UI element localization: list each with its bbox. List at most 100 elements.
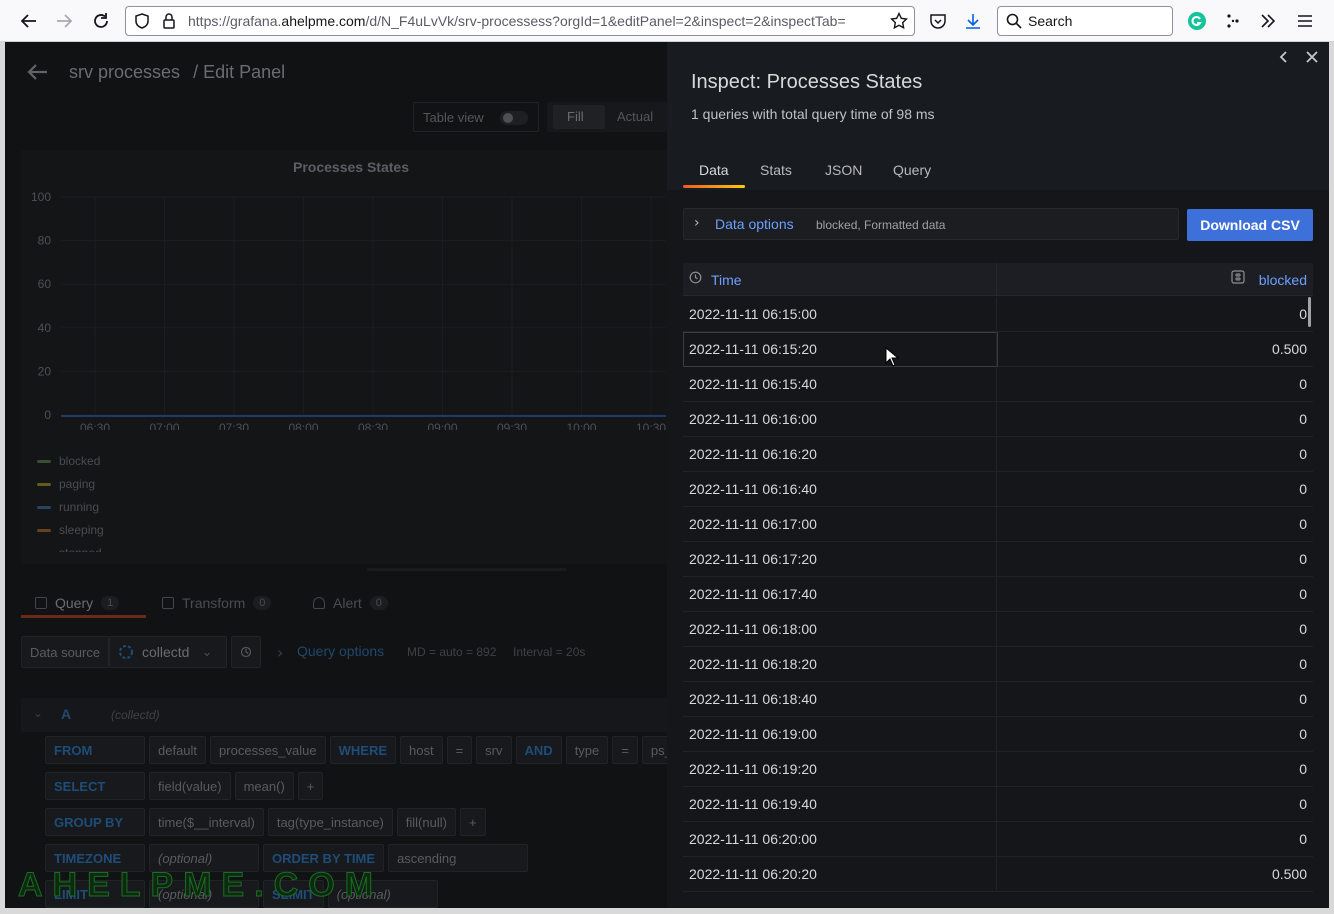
drawer-subtitle: 1 queries with total query time of 98 ms [691,106,935,122]
table-row[interactable]: 2022-11-11 06:18:00 0 [683,612,1313,647]
query-segment[interactable]: + [459,808,486,836]
table-row[interactable]: 2022-11-11 06:16:20 0 [683,437,1313,472]
bookmark-star-icon[interactable] [890,12,908,30]
tab-stats[interactable]: Stats [760,162,792,186]
tab-query[interactable]: Query [893,162,931,186]
x-tick-label: 08:30 [358,421,388,430]
column-divider[interactable] [996,263,997,296]
table-row[interactable]: 2022-11-11 06:20:00 0 [683,822,1313,857]
table-row[interactable]: 2022-11-11 06:19:20 0 [683,752,1313,787]
table-row[interactable]: 2022-11-11 06:20:20 0.500 [683,857,1313,892]
overflow-chevrons-icon[interactable] [1254,7,1282,35]
column-header-time[interactable]: Time [711,272,742,288]
table-row[interactable]: 2022-11-11 06:16:00 0 [683,402,1313,437]
query-segment[interactable]: srv [476,736,512,764]
table-row[interactable]: 2022-11-11 06:17:00 0 [683,507,1313,542]
datasource-select[interactable]: collectd ⌄ [109,636,227,668]
data-options-collapse[interactable]: › Data options blocked, Formatted data [683,208,1179,240]
query-segment[interactable]: type [565,736,609,764]
numeric-field-icon [1231,270,1245,284]
pocket-icon[interactable] [924,7,952,35]
cell-time: 2022-11-11 06:17:40 [689,586,817,602]
table-row[interactable]: 2022-11-11 06:18:40 0 [683,682,1313,717]
table-row[interactable]: 2022-11-11 06:19:00 0 [683,717,1313,752]
cell-time: 2022-11-11 06:17:00 [689,516,817,532]
legend-item[interactable]: paging [37,475,95,493]
query-segment[interactable]: mean() [234,772,294,800]
legend-label: stopped [59,546,102,560]
query-segment[interactable]: processes_value [210,736,326,764]
column-header-blocked[interactable]: blocked [1259,272,1307,288]
query-segment[interactable]: time($__interval) [149,808,264,836]
table-view-toggle[interactable]: Table view [413,102,539,132]
table-row[interactable]: 2022-11-11 06:15:20 0.500 [683,332,1313,367]
address-bar[interactable]: https://grafana.ahelpme.com/d/N_F4uLvVk/… [125,6,915,36]
datasource-value: collectd [142,644,190,660]
query-segment[interactable]: host [400,736,443,764]
table-body: 2022-11-11 06:15:00 0 2022-11-11 06:15:20 0… [683,297,1313,908]
table-row[interactable]: 2022-11-11 06:15:00 0 [683,297,1313,332]
query-keyword: SELECT [45,772,145,800]
query-segment[interactable]: field(value) [149,772,231,800]
extension-icon[interactable] [1219,7,1247,35]
legend-item[interactable]: sleeping [37,521,104,539]
query-inspector-button[interactable] [231,636,261,668]
actual-button[interactable]: Actual [617,109,653,124]
back-icon[interactable] [15,7,43,35]
legend-item[interactable]: stopped [37,544,102,560]
query-segment[interactable]: ps_state [641,736,667,764]
cell-divider [996,507,997,542]
table-row[interactable]: 2022-11-11 06:17:20 0 [683,542,1313,577]
back-arrow-icon[interactable] [27,63,49,81]
table-row[interactable]: 2022-11-11 06:17:40 0 [683,577,1313,612]
query-segment[interactable]: default [149,736,207,764]
tab-query[interactable]: Query 1 [35,591,120,615]
query-row-header[interactable]: ⌄ A (collectd) [21,698,667,732]
close-icon[interactable] [1305,50,1319,64]
query-options-md: MD = auto = 892 [407,645,497,659]
y-tick-label: 100 [31,190,51,204]
tab-transform[interactable]: Transform 0 [162,591,272,615]
reload-icon[interactable] [87,7,115,35]
cell-divider [996,297,997,332]
table-row[interactable]: 2022-11-11 06:18:20 0 [683,647,1313,682]
grammarly-icon[interactable] [1183,7,1211,35]
query-options-link[interactable]: Query options [297,643,384,659]
collapse-drawer-icon[interactable] [1277,50,1291,64]
table-row[interactable]: 2022-11-11 06:15:40 0 [683,367,1313,402]
query-segment[interactable]: tag(type_instance) [267,808,393,836]
chevron-right-icon: › [694,215,700,231]
collapse-chevron-icon[interactable]: ⌄ [33,706,43,720]
breadcrumb-dashboard[interactable]: srv processes [69,62,180,82]
search-bar[interactable]: Search [997,6,1173,36]
download-csv-button[interactable]: Download CSV [1187,209,1313,241]
tab-json[interactable]: JSON [825,162,862,186]
splitter-handle[interactable] [367,568,567,571]
query-segment[interactable]: fill(null) [396,808,456,836]
cell-divider [996,402,997,437]
query-segment[interactable]: ascending [388,844,529,872]
legend-swatch [37,482,51,486]
fill-button[interactable]: Fill [567,109,584,124]
table-row[interactable]: 2022-11-11 06:16:40 0 [683,472,1313,507]
forward-icon[interactable] [50,7,78,35]
table-header: Time blocked [683,263,1313,296]
lock-icon[interactable] [162,13,176,29]
menu-icon[interactable] [1291,7,1319,35]
query-segment[interactable]: = [612,736,638,764]
x-tick-label: 10:30 [636,421,666,430]
clock-icon [240,646,252,658]
downloads-icon[interactable] [959,7,987,35]
cell-blocked: 0.500 [1271,866,1307,882]
table-scrollbar[interactable] [1308,297,1311,327]
tab-alert[interactable]: Alert 0 [313,591,388,615]
table-row[interactable]: 2022-11-11 06:19:40 0 [683,787,1313,822]
query-segment[interactable]: = [446,736,473,764]
query-segment[interactable]: + [297,772,324,800]
tab-data[interactable]: Data [699,162,729,186]
collectd-icon [119,645,133,659]
tracking-shield-icon[interactable] [134,13,150,29]
legend-item[interactable]: blocked [37,452,100,470]
legend-item[interactable]: running [37,498,99,516]
table-view-switch[interactable] [500,111,528,125]
